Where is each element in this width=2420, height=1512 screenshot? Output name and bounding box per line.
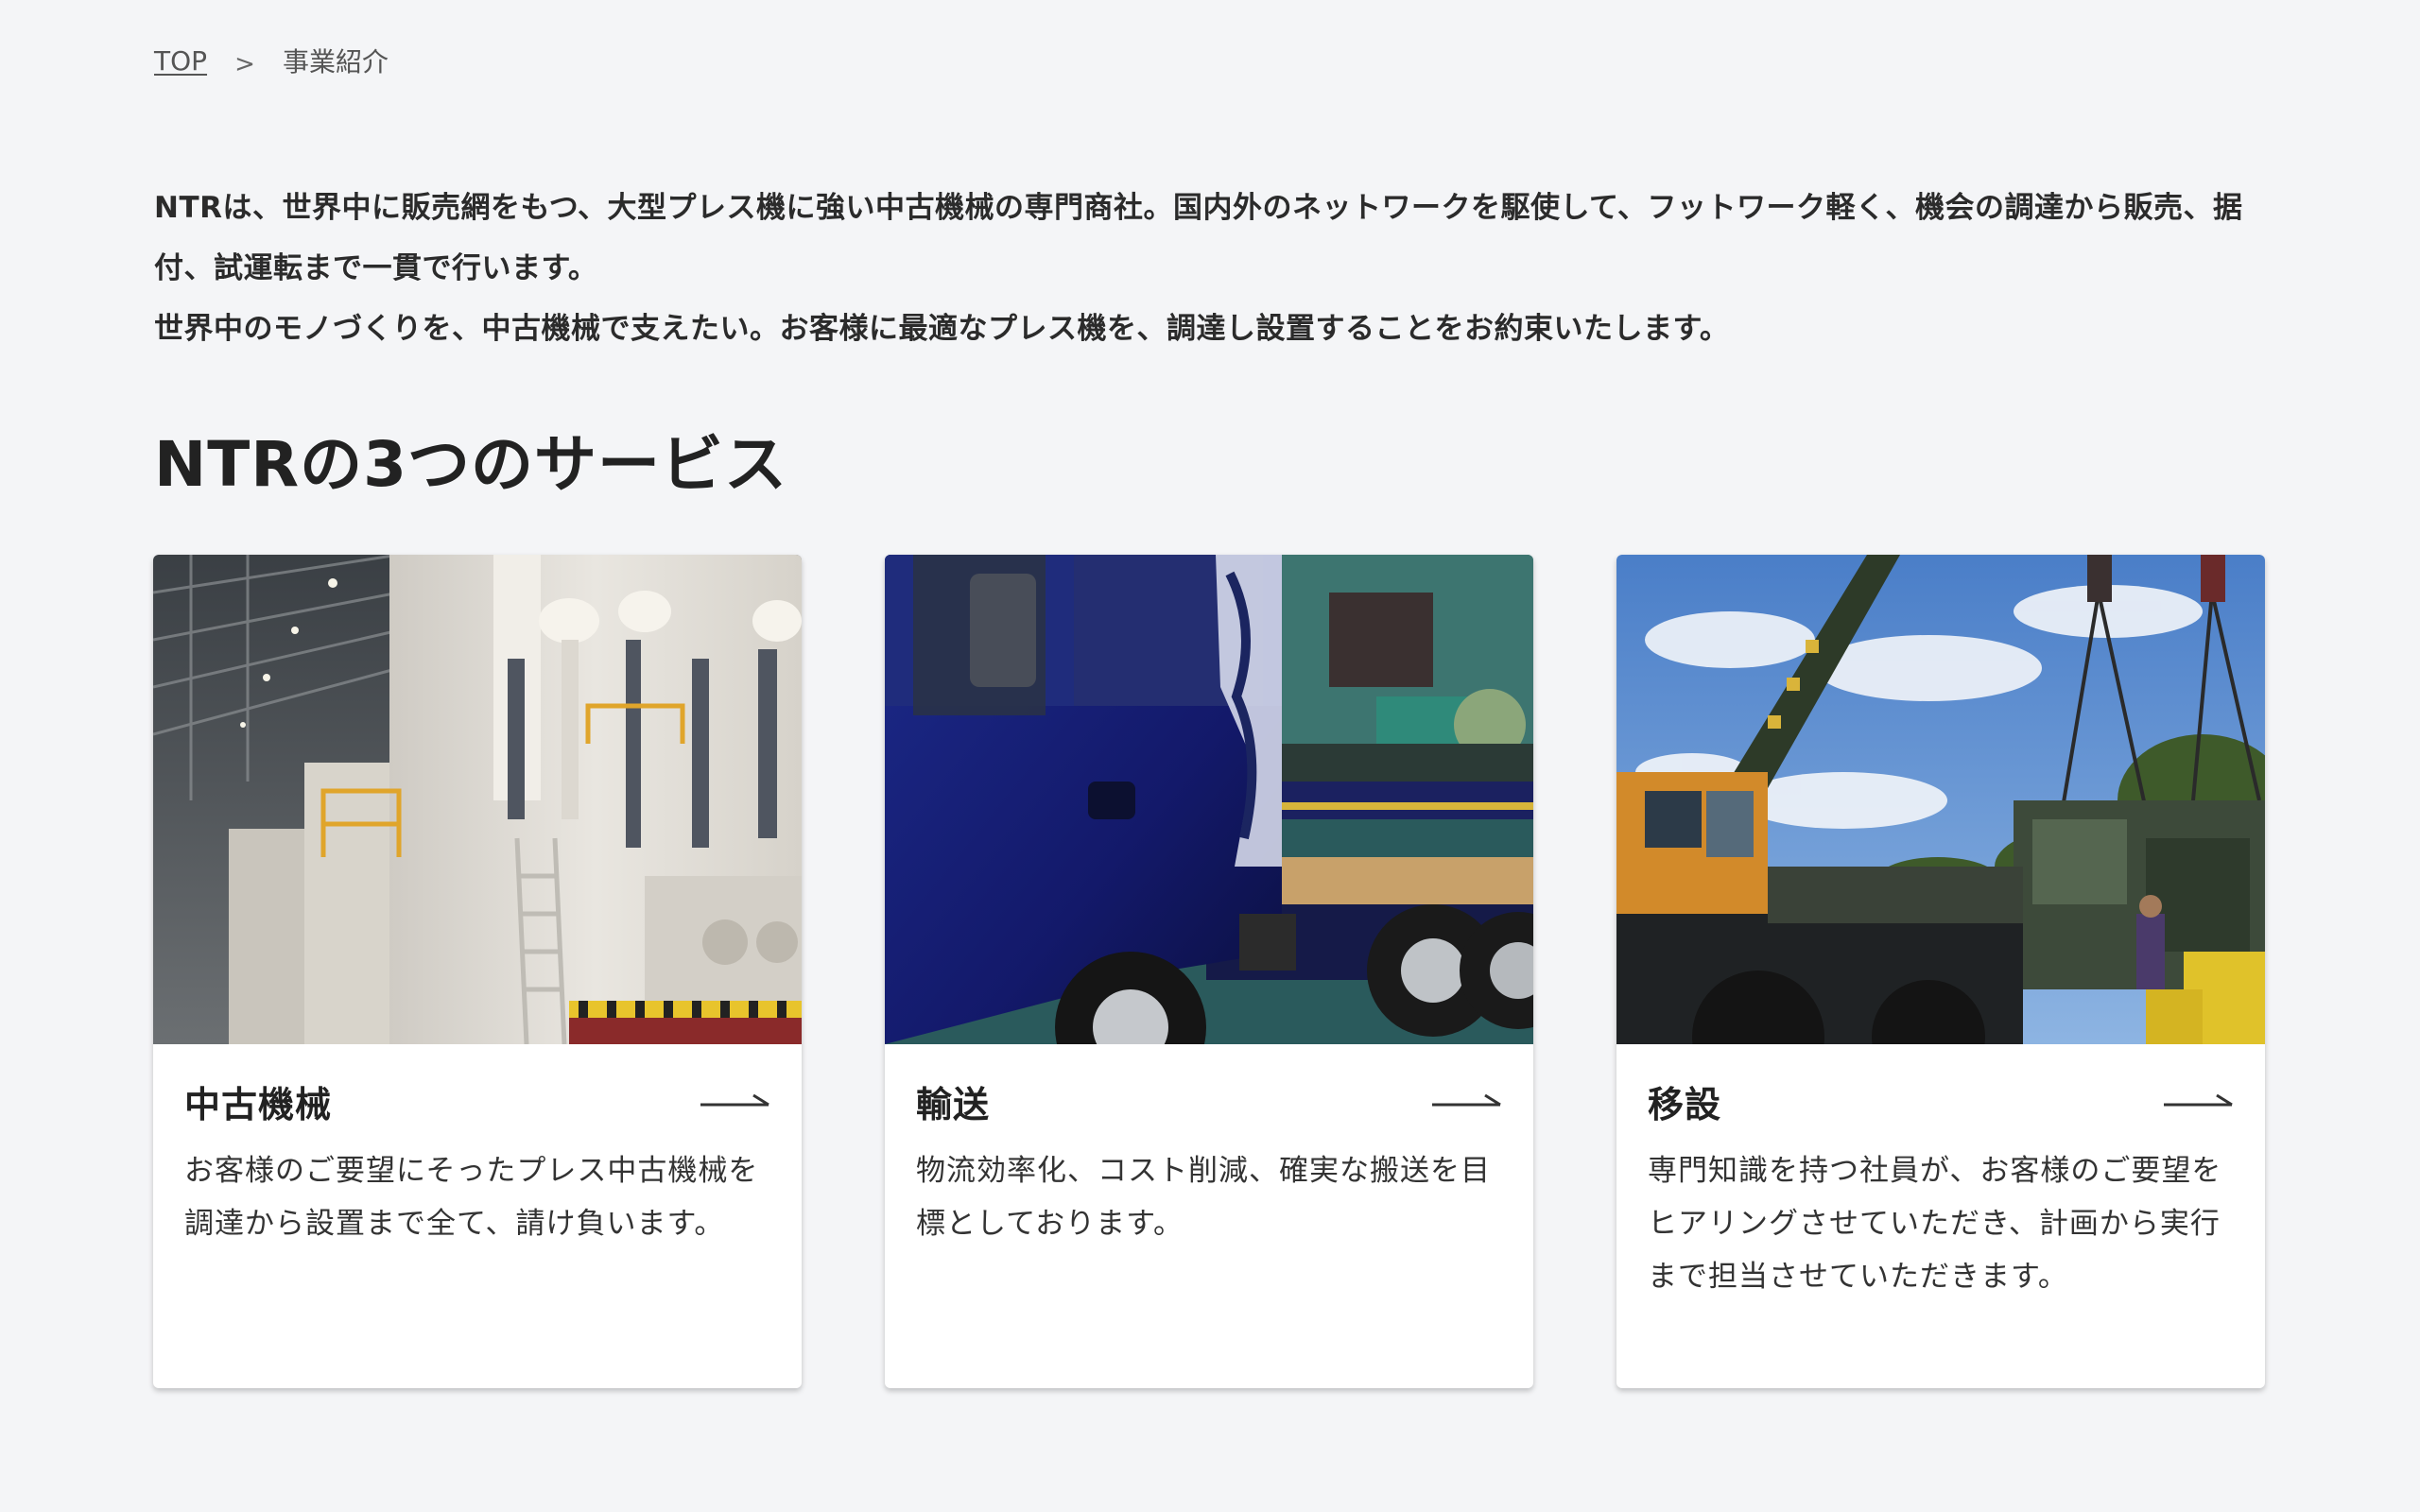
card-description-transport: 物流効率化、コスト削減、確実な搬送を目標としております。 (916, 1154, 1491, 1241)
breadcrumb-top-link[interactable]: TOP (154, 45, 207, 77)
service-card-used-machinery[interactable]: 中古機械 お客様のご要望にそったプレス中古機械を調達から設置まで全て、請け負いま… (153, 555, 802, 1388)
breadcrumb: TOP > 事業紹介 (154, 42, 389, 79)
intro-paragraph-2: 世界中のモノづくりを、中古機械で支えたい。お客様に最適なプレス機を、調達し設置す… (154, 312, 1730, 346)
crane-relocation-photo (1616, 555, 2265, 1044)
card-title-transport: 輸送 (916, 1083, 991, 1125)
arrow-right-icon[interactable] (1432, 1091, 1502, 1110)
card-title-used-machinery: 中古機械 (184, 1083, 333, 1125)
intro-text: NTRは、世界中に販売網をもつ、大型プレス機に強い中古機械の専門商社。国内外のネ… (154, 178, 2290, 359)
factory-press-machine-photo (153, 555, 802, 1044)
card-title-relocation: 移設 (1648, 1083, 1722, 1125)
section-title: NTRの3つのサービス (154, 428, 788, 501)
service-card-relocation[interactable]: 移設 専門知識を持つ社員が、お客様のご要望をヒアリングさせていただき、計画から実… (1616, 555, 2265, 1388)
service-cards: 中古機械 お客様のご要望にそったプレス中古機械を調達から設置まで全て、請け負いま… (153, 555, 2265, 1388)
arrow-right-icon[interactable] (2164, 1091, 2234, 1110)
arrow-right-icon[interactable] (700, 1091, 770, 1110)
intro-paragraph-1: NTRは、世界中に販売網をもつ、大型プレス機に強い中古機械の専門商社。国内外のネ… (154, 191, 2243, 285)
service-card-transport[interactable]: 輸送 物流効率化、コスト削減、確実な搬送を目標としております。 (885, 555, 1533, 1388)
card-description-relocation: 専門知識を持つ社員が、お客様のご要望をヒアリングさせていただき、計画から実行まで… (1648, 1154, 2222, 1294)
card-description-used-machinery: お客様のご要望にそったプレス中古機械を調達から設置まで全て、請け負います。 (184, 1154, 759, 1241)
breadcrumb-current: 事業紹介 (283, 46, 389, 77)
breadcrumb-separator: > (234, 50, 255, 78)
transport-truck-photo (885, 555, 1533, 1044)
